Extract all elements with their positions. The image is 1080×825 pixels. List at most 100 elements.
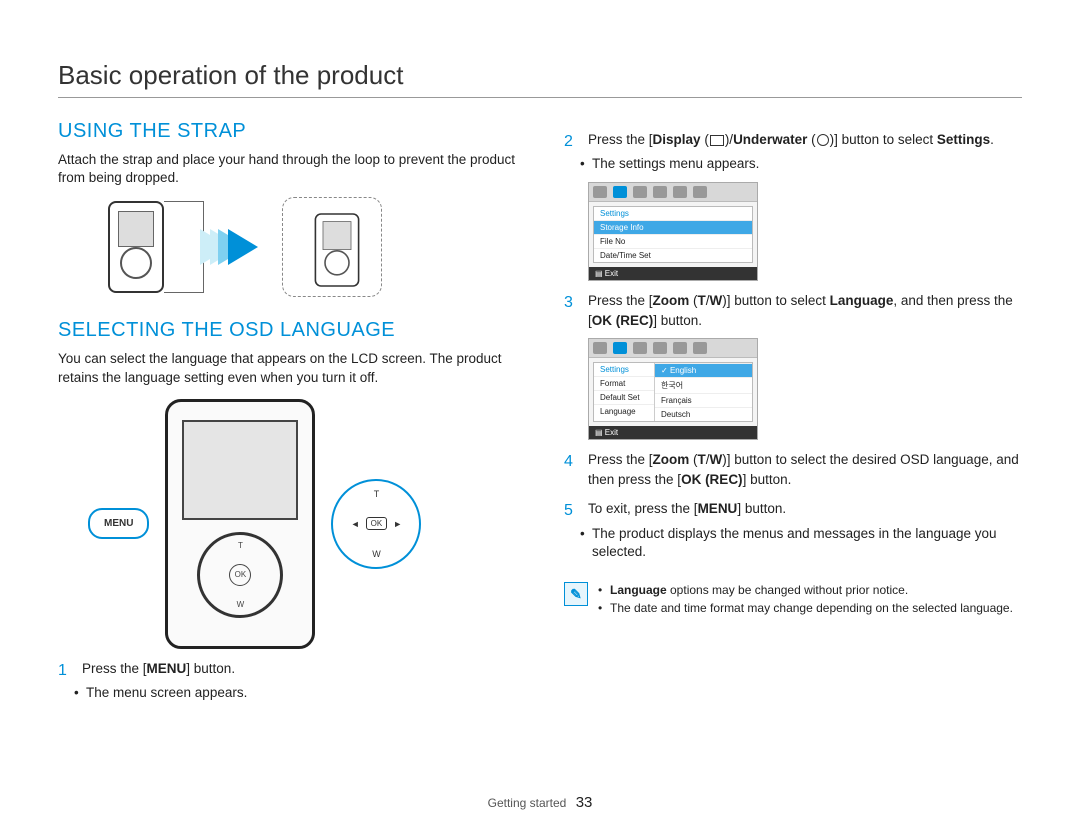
menu-callout: MENU: [88, 508, 149, 539]
step-text: (: [701, 132, 709, 147]
underwater-icon: [817, 134, 829, 146]
step-bold: Language: [830, 293, 894, 308]
zoom-ok-label: OK: [366, 517, 388, 530]
left-column: USING THE STRAP Attach the strap and pla…: [58, 120, 516, 703]
step-4: 4 Press the [Zoom (T/W)] button to selec…: [564, 450, 1022, 489]
osd-screenshot-settings: Settings Storage Info File No Date/Time …: [588, 182, 758, 281]
step-text: ] button.: [653, 313, 702, 328]
step-5-bullet: The product displays the menus and messa…: [564, 525, 1022, 563]
osd-row: Format: [594, 376, 654, 390]
step-text: (: [689, 452, 697, 467]
step-bold: Underwater: [733, 132, 807, 147]
step-3: 3 Press the [Zoom (T/W)] button to selec…: [564, 291, 1022, 330]
step-bold: OK (REC): [592, 313, 654, 328]
osd-row: Default Set: [594, 390, 654, 404]
osd-body: You can select the language that appears…: [58, 350, 516, 386]
osd-heading: SELECTING THE OSD LANGUAGE: [58, 319, 516, 342]
step-text: ] button.: [737, 501, 786, 516]
step-number: 1: [58, 659, 72, 682]
step-bold: Settings: [937, 132, 990, 147]
step-bold: OK (REC): [681, 472, 743, 487]
note-item: The date and time format may change depe…: [598, 600, 1013, 616]
step-text: Press the [: [82, 661, 147, 676]
step-text: )] button to select: [722, 293, 829, 308]
right-column: 2 Press the [Display ()/Underwater ()] b…: [564, 120, 1022, 703]
step-2-bullet: The settings menu appears.: [564, 155, 1022, 174]
zoom-t-label: T: [374, 489, 380, 499]
osd-tabs: [589, 183, 757, 202]
step-text: (: [689, 293, 697, 308]
arrow-icon: [228, 229, 258, 265]
osd-row: Language: [594, 404, 654, 418]
step-text: Press the [: [588, 132, 653, 147]
page-number: 33: [576, 794, 593, 811]
step-text: (: [807, 132, 815, 147]
osd-row: Français: [655, 393, 752, 407]
step-number: 5: [564, 499, 578, 522]
step-text: )] button to select: [830, 132, 937, 147]
step-text: ] button.: [743, 472, 792, 487]
osd-tab-active-icon: [613, 342, 627, 354]
device-icon: [108, 201, 164, 293]
ok-button-icon: OK: [229, 564, 251, 586]
osd-screenshot-language: Settings Format Default Set Language ✓ E…: [588, 338, 758, 440]
step-text: Press the [: [588, 452, 653, 467]
page-title: Basic operation of the product: [58, 60, 1022, 98]
strap-attach-icon: [164, 201, 204, 293]
osd-row-selected: ✓ English: [655, 363, 752, 377]
step-bold: Zoom: [653, 452, 690, 467]
osd-tabs: [589, 339, 757, 358]
osd-tab-active-icon: [613, 186, 627, 198]
step-2: 2 Press the [Display ( )/Underwater ( )] b…: [564, 130, 1022, 153]
device-large-icon: OK: [165, 399, 315, 649]
osd-row: 한국어: [655, 377, 752, 393]
step-text: )/: [725, 132, 733, 147]
osd-footer: ▤ Exit: [589, 426, 757, 439]
step-bold: Display: [653, 132, 701, 147]
step-text: Press the [: [588, 293, 653, 308]
page-footer: Getting started 33: [0, 794, 1080, 811]
note-bold: Language: [610, 583, 667, 597]
hand-hold-icon: [282, 197, 382, 297]
osd-row: Deutsch: [655, 407, 752, 421]
step-bold: W: [710, 293, 723, 308]
zoom-right-icon: ►: [393, 519, 402, 529]
osd-row: Date/Time Set: [594, 248, 752, 262]
footer-section: Getting started: [488, 796, 567, 810]
step-bold: T: [698, 293, 706, 308]
step-number: 2: [564, 130, 578, 153]
osd-row-selected: Storage Info: [594, 220, 752, 234]
osd-exit-label: Exit: [605, 269, 618, 278]
osd-exit-label: Exit: [605, 428, 618, 437]
step-bold: MENU: [698, 501, 738, 516]
note-icon: ✎: [564, 582, 588, 606]
step-number: 3: [564, 291, 578, 330]
step-bold: MENU: [147, 661, 187, 676]
device-controls-illustration: MENU OK T ◄ OK ► W: [88, 399, 516, 649]
strap-heading: USING THE STRAP: [58, 120, 516, 143]
note-item: Language options may be changed without …: [598, 582, 1013, 598]
zoom-callout: T ◄ OK ► W: [331, 479, 421, 569]
note-box: ✎ Language options may be changed withou…: [564, 582, 1022, 618]
note-text: options may be changed without prior not…: [667, 583, 908, 597]
step-5: 5 To exit, press the [MENU] button.: [564, 499, 1022, 522]
osd-footer: ▤ Exit: [589, 267, 757, 280]
step-bold: Zoom: [653, 293, 690, 308]
step-1: 1 Press the [MENU] button.: [58, 659, 516, 682]
strap-illustration: [108, 197, 516, 297]
step-bold: W: [710, 452, 723, 467]
osd-panel-header: Settings: [594, 207, 752, 220]
note-text: The date and time format may change depe…: [610, 601, 1013, 615]
step-text: To exit, press the [: [588, 501, 698, 516]
step-bold: T: [698, 452, 706, 467]
step-number: 4: [564, 450, 578, 489]
osd-row: File No: [594, 234, 752, 248]
step-text: .: [990, 132, 994, 147]
strap-body: Attach the strap and place your hand thr…: [58, 151, 516, 187]
display-icon: [710, 135, 724, 146]
step-text: ] button.: [186, 661, 235, 676]
osd-row-label: English: [670, 366, 696, 375]
zoom-w-label: W: [372, 549, 381, 559]
osd-panel-header: Settings: [594, 363, 654, 376]
zoom-left-icon: ◄: [351, 519, 360, 529]
